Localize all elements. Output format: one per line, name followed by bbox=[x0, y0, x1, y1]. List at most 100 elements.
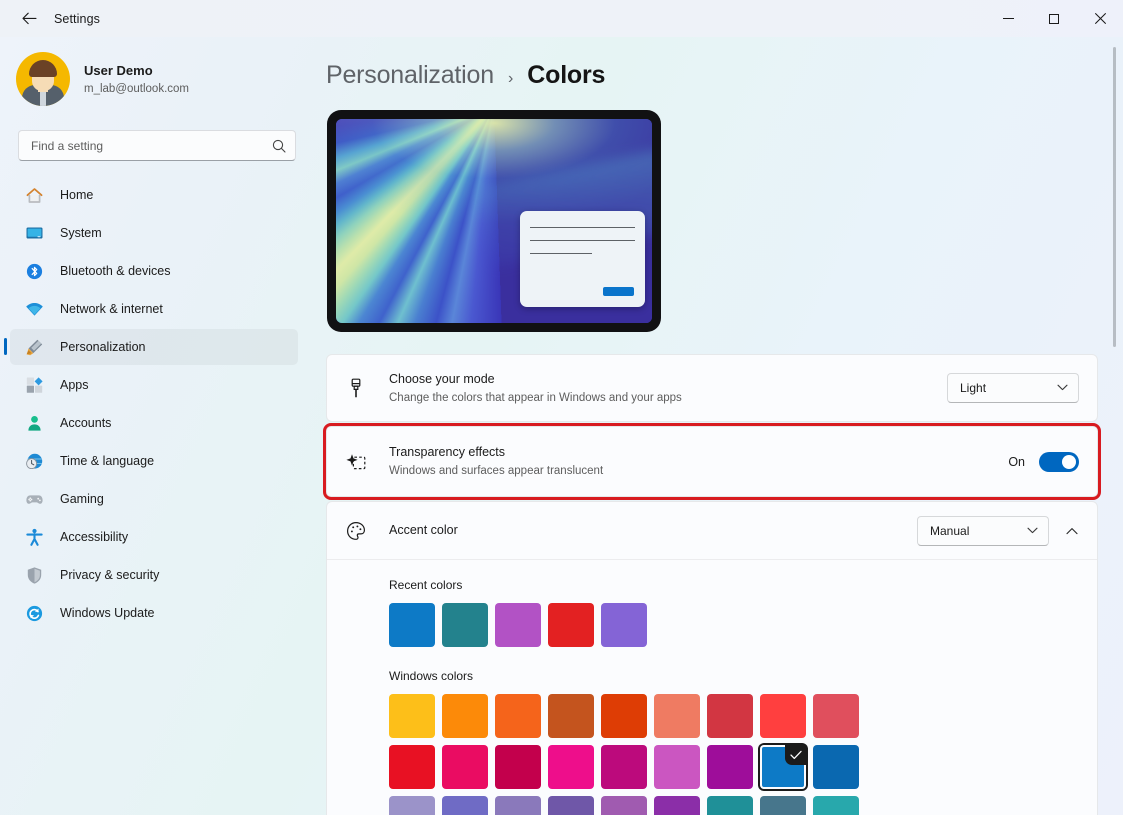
search-input[interactable] bbox=[31, 139, 272, 153]
sidebar-item-personalization[interactable]: Personalization bbox=[10, 329, 298, 365]
choose-mode-dropdown-value: Light bbox=[960, 381, 986, 395]
window-title: Settings bbox=[54, 12, 100, 26]
recent-color-swatch[interactable] bbox=[601, 603, 647, 647]
desktop-wallpaper-preview bbox=[327, 110, 661, 332]
sidebar-item-label: Apps bbox=[60, 378, 89, 392]
choose-mode-dropdown[interactable]: Light bbox=[947, 373, 1079, 403]
sidebar-item-network[interactable]: Network & internet bbox=[10, 291, 298, 327]
windows-color-swatch[interactable] bbox=[389, 694, 435, 738]
shield-icon bbox=[24, 565, 44, 585]
windows-color-swatch[interactable] bbox=[389, 796, 435, 815]
wifi-icon bbox=[24, 299, 44, 319]
sidebar-item-label: Accounts bbox=[60, 416, 111, 430]
accent-color-collapse-button[interactable] bbox=[1057, 517, 1087, 545]
accent-color-dropdown[interactable]: Manual bbox=[917, 516, 1049, 546]
sidebar-item-label: Windows Update bbox=[60, 606, 155, 620]
recent-color-swatch[interactable] bbox=[389, 603, 435, 647]
sidebar: User Demo m_lab@outlook.com Home bbox=[0, 37, 320, 815]
windows-color-swatch[interactable] bbox=[389, 745, 435, 789]
close-button[interactable] bbox=[1077, 0, 1123, 37]
windows-color-swatch[interactable] bbox=[813, 694, 859, 738]
sidebar-item-bluetooth[interactable]: Bluetooth & devices bbox=[10, 253, 298, 289]
recent-color-swatch[interactable] bbox=[495, 603, 541, 647]
windows-color-swatch[interactable] bbox=[707, 745, 753, 789]
recent-color-swatch[interactable] bbox=[442, 603, 488, 647]
paintbrush-icon bbox=[24, 337, 44, 357]
windows-color-swatch[interactable] bbox=[548, 694, 594, 738]
toggle-knob bbox=[1062, 455, 1076, 469]
content-scrollbar[interactable] bbox=[1108, 37, 1122, 815]
sidebar-item-privacy-security[interactable]: Privacy & security bbox=[10, 557, 298, 593]
person-icon bbox=[24, 413, 44, 433]
transparency-toggle[interactable] bbox=[1039, 452, 1079, 472]
windows-color-swatch[interactable] bbox=[495, 745, 541, 789]
windows-color-swatch[interactable] bbox=[601, 796, 647, 815]
minimize-button[interactable] bbox=[985, 0, 1031, 37]
windows-color-swatch[interactable] bbox=[548, 745, 594, 789]
sidebar-item-label: Bluetooth & devices bbox=[60, 264, 171, 278]
windows-color-swatch-selected[interactable] bbox=[760, 745, 806, 789]
breadcrumb-parent[interactable]: Personalization bbox=[326, 61, 494, 90]
settings-window: Settings Us bbox=[0, 0, 1123, 815]
transparency-subtitle: Windows and surfaces appear translucent bbox=[389, 463, 1008, 479]
chevron-down-icon bbox=[1027, 526, 1038, 536]
main-content: Personalization › Colors bbox=[320, 37, 1123, 815]
windows-color-swatch[interactable] bbox=[654, 745, 700, 789]
windows-colors-label: Windows colors bbox=[389, 669, 1097, 683]
sidebar-item-accessibility[interactable]: Accessibility bbox=[10, 519, 298, 555]
preview-screen bbox=[336, 119, 652, 323]
windows-colors-row bbox=[389, 745, 1097, 789]
preview-dialog-window bbox=[520, 211, 645, 307]
preview-dialog-button bbox=[603, 287, 634, 296]
sidebar-item-label: Gaming bbox=[60, 492, 104, 506]
windows-color-swatch[interactable] bbox=[548, 796, 594, 815]
windows-color-swatch[interactable] bbox=[813, 796, 859, 815]
profile-block[interactable]: User Demo m_lab@outlook.com bbox=[0, 37, 320, 118]
sidebar-item-home[interactable]: Home bbox=[10, 177, 298, 213]
windows-color-swatch[interactable] bbox=[442, 796, 488, 815]
avatar bbox=[16, 52, 70, 106]
sidebar-item-label: Home bbox=[60, 188, 93, 202]
sidebar-item-time-language[interactable]: Time & language bbox=[10, 443, 298, 479]
sidebar-item-windows-update[interactable]: Windows Update bbox=[10, 595, 298, 631]
sidebar-item-system[interactable]: System bbox=[10, 215, 298, 251]
clock-globe-icon bbox=[24, 451, 44, 471]
windows-color-swatch[interactable] bbox=[760, 796, 806, 815]
windows-color-swatch[interactable] bbox=[707, 796, 753, 815]
windows-colors-row bbox=[389, 694, 1097, 738]
bluetooth-icon bbox=[24, 261, 44, 281]
windows-color-swatch[interactable] bbox=[654, 796, 700, 815]
update-refresh-icon bbox=[24, 603, 44, 623]
windows-color-swatch[interactable] bbox=[495, 796, 541, 815]
settings-cards: Choose your mode Change the colors that … bbox=[326, 354, 1098, 815]
windows-color-swatch[interactable] bbox=[601, 745, 647, 789]
transparency-toggle-label: On bbox=[1008, 455, 1025, 469]
windows-color-swatch[interactable] bbox=[760, 694, 806, 738]
sidebar-item-accounts[interactable]: Accounts bbox=[10, 405, 298, 441]
sidebar-item-label: Time & language bbox=[60, 454, 154, 468]
windows-color-swatch[interactable] bbox=[601, 694, 647, 738]
profile-email: m_lab@outlook.com bbox=[84, 81, 189, 97]
search-box[interactable] bbox=[18, 130, 296, 161]
windows-color-swatch[interactable] bbox=[495, 694, 541, 738]
sidebar-item-label: System bbox=[60, 226, 102, 240]
windows-color-swatch[interactable] bbox=[654, 694, 700, 738]
monitor-icon bbox=[24, 223, 44, 243]
recent-color-swatch[interactable] bbox=[548, 603, 594, 647]
back-button[interactable] bbox=[10, 4, 48, 34]
windows-color-swatch[interactable] bbox=[442, 745, 488, 789]
maximize-button[interactable] bbox=[1031, 0, 1077, 37]
windows-color-swatch[interactable] bbox=[707, 694, 753, 738]
gamepad-icon bbox=[24, 489, 44, 509]
windows-colors-row bbox=[389, 796, 1097, 815]
windows-color-swatch[interactable] bbox=[442, 694, 488, 738]
sidebar-item-gaming[interactable]: Gaming bbox=[10, 481, 298, 517]
sidebar-item-label: Personalization bbox=[60, 340, 145, 354]
checkmark-icon bbox=[785, 745, 806, 765]
scrollbar-thumb[interactable] bbox=[1113, 47, 1116, 347]
windows-color-swatch[interactable] bbox=[813, 745, 859, 789]
accent-color-title: Accent color bbox=[389, 522, 917, 539]
recent-colors-label: Recent colors bbox=[389, 578, 1097, 592]
sidebar-item-apps[interactable]: Apps bbox=[10, 367, 298, 403]
back-arrow-icon bbox=[22, 12, 37, 25]
